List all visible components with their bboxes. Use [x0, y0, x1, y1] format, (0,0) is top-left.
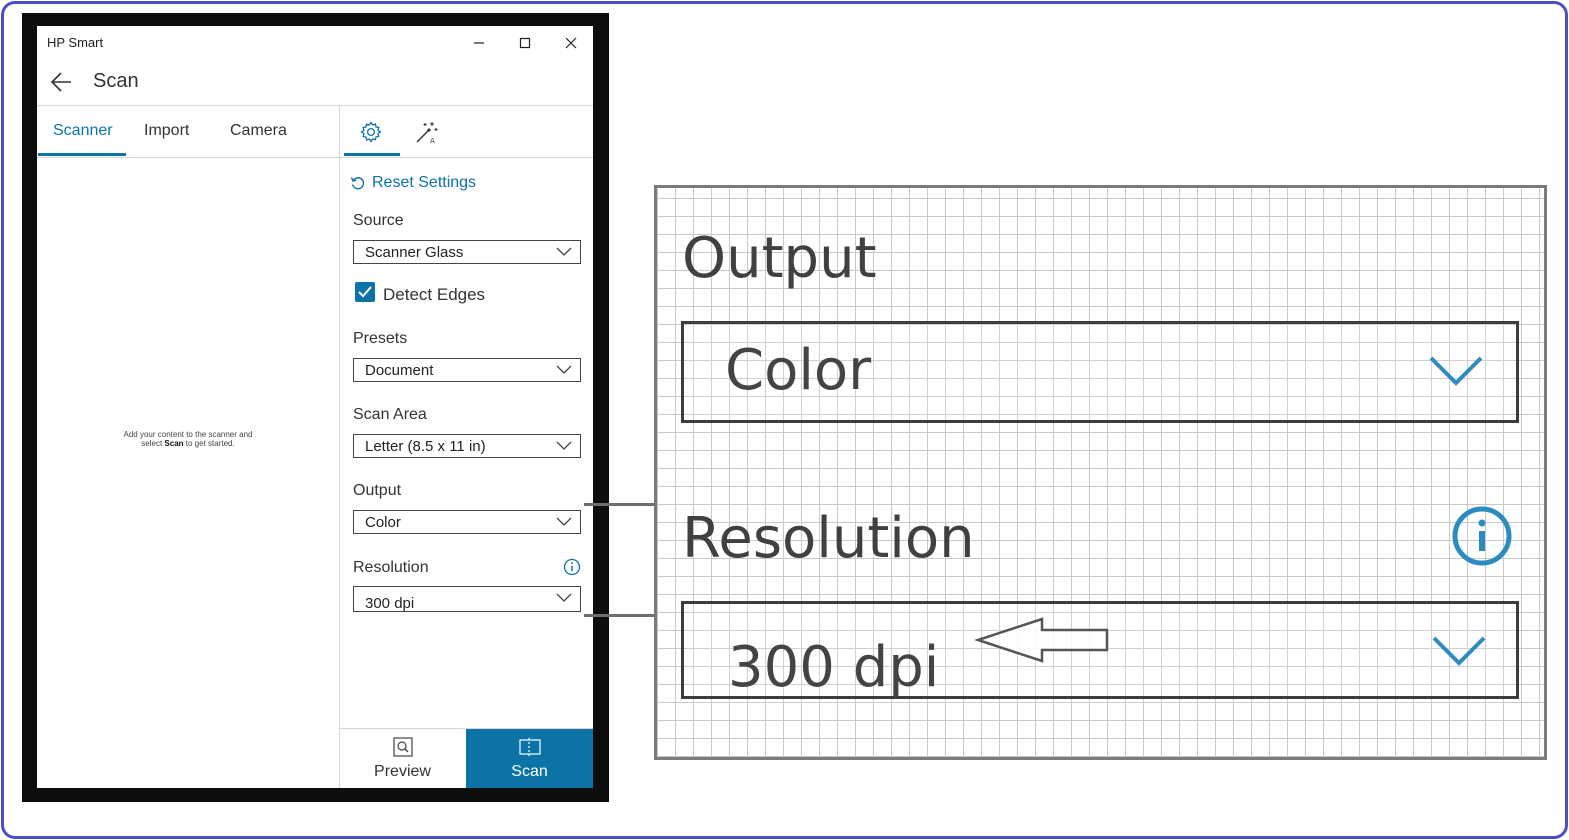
preview-label: Preview — [374, 763, 431, 780]
tab-camera[interactable]: Camera — [230, 122, 287, 140]
close-button[interactable] — [556, 30, 586, 56]
page-header: Scan — [37, 60, 593, 106]
panel-divider — [339, 106, 340, 788]
action-bar: Preview Scan — [340, 728, 593, 788]
back-arrow-icon — [50, 72, 71, 92]
output-value: Color — [365, 514, 401, 531]
zoomed-callout: Output Color Resolution 300 dpi — [654, 185, 1547, 760]
source-label: Source — [353, 212, 404, 229]
scan-area-value: Letter (8.5 x 11 in) — [365, 438, 486, 455]
scan-icon — [518, 738, 541, 756]
chevron-down-icon — [556, 517, 572, 526]
chevron-down-icon — [1429, 356, 1483, 386]
reset-icon — [350, 177, 365, 190]
gear-icon — [360, 121, 382, 143]
scan-area-label: Scan Area — [353, 406, 427, 423]
reset-settings-button[interactable]: Reset Settings — [350, 174, 476, 192]
back-button[interactable] — [49, 69, 75, 95]
presets-value: Document — [365, 362, 434, 379]
source-value: Scanner Glass — [365, 244, 464, 261]
resolution-dropdown[interactable]: 300 dpi — [353, 586, 581, 612]
maximize-icon — [519, 37, 531, 49]
left-arrow-icon — [974, 617, 1109, 663]
chevron-down-icon — [556, 365, 572, 374]
output-label: Output — [353, 482, 402, 499]
source-dropdown[interactable]: Scanner Glass — [353, 240, 581, 264]
detect-edges-label: Detect Edges — [383, 285, 486, 304]
chevron-down-icon — [556, 441, 572, 450]
detect-edges-checkbox[interactable] — [355, 282, 375, 302]
tab-settings[interactable] — [356, 117, 386, 147]
minimize-button[interactable] — [464, 30, 494, 56]
zoom-resolution-value: 300 dpi — [728, 635, 940, 699]
zoom-output-value: Color — [725, 338, 872, 403]
title-bar: HP Smart — [37, 26, 593, 60]
resolution-value: 300 dpi — [365, 595, 415, 612]
close-icon — [565, 37, 577, 49]
reset-settings-label: Reset Settings — [372, 174, 477, 191]
connector-line-bottom — [584, 614, 656, 617]
zoom-output-label: Output — [682, 226, 877, 291]
presets-dropdown[interactable]: Document — [353, 358, 581, 382]
preview-button[interactable]: Preview — [340, 729, 465, 788]
chevron-down-icon — [556, 247, 572, 256]
active-tab-indicator — [38, 153, 126, 156]
resolution-label: Resolution — [353, 559, 429, 576]
minimize-icon — [474, 42, 484, 44]
checkmark-icon — [358, 286, 372, 298]
settings-tabs: A — [340, 106, 593, 158]
scan-label: Scan — [511, 763, 548, 780]
hp-smart-window: HP Smart Scan Scanner Import Camera Add … — [37, 26, 593, 788]
tab-enhancements[interactable]: A — [412, 117, 442, 147]
window-title: HP Smart — [47, 35, 104, 50]
connector-line-top — [584, 503, 656, 506]
output-dropdown[interactable]: Color — [353, 510, 581, 534]
info-icon — [1452, 506, 1512, 566]
zoom-resolution-label: Resolution — [682, 506, 975, 571]
scan-area-dropdown[interactable]: Letter (8.5 x 11 in) — [353, 434, 581, 458]
zoom-output-dropdown: Color — [681, 321, 1519, 423]
scan-button[interactable]: Scan — [466, 729, 593, 788]
page-title: Scan — [93, 70, 139, 92]
maximize-button[interactable] — [510, 30, 540, 56]
tab-import[interactable]: Import — [144, 122, 189, 140]
svg-text:A: A — [430, 137, 435, 145]
source-tabs: Scanner Import Camera — [37, 106, 339, 158]
empty-state-message: Add your content to the scanner and sele… — [123, 430, 253, 448]
active-settings-tab-indicator — [344, 153, 400, 156]
info-icon[interactable] — [563, 558, 581, 576]
magic-wand-icon: A — [416, 122, 438, 145]
chevron-down-icon — [556, 593, 572, 602]
presets-label: Presets — [353, 330, 408, 347]
preview-icon — [392, 737, 413, 757]
tab-scanner[interactable]: Scanner — [53, 122, 113, 140]
chevron-down-icon — [1432, 636, 1486, 666]
